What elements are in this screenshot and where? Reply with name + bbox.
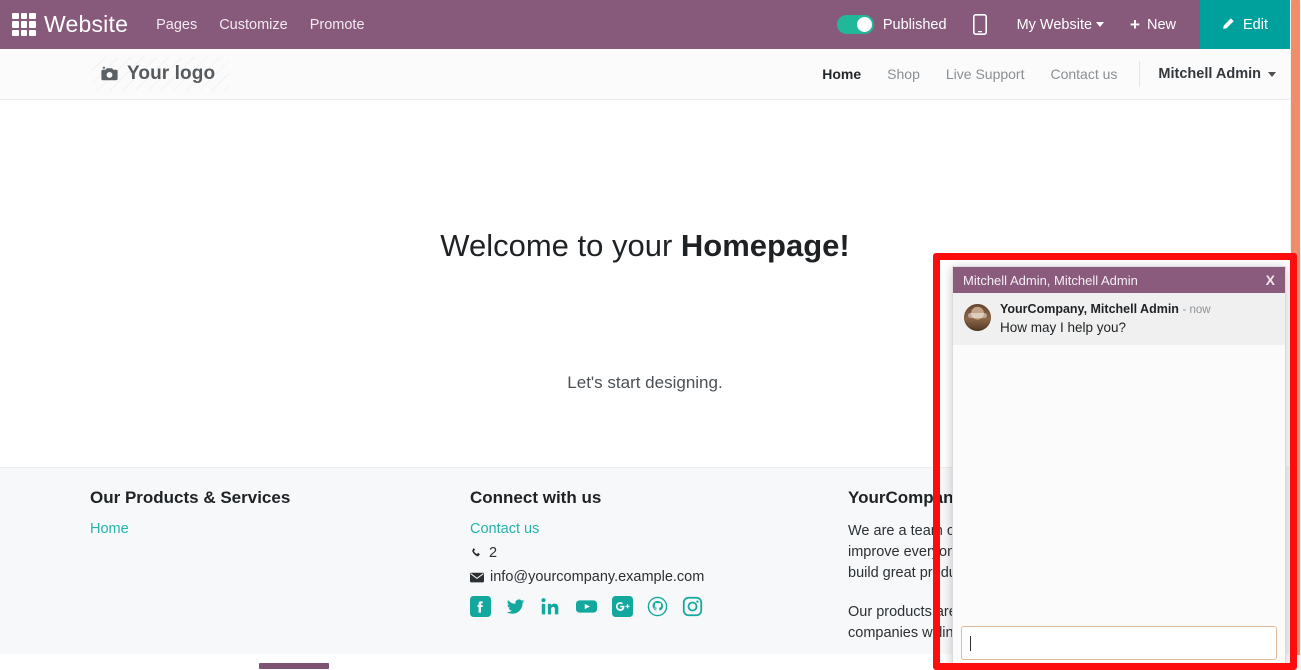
apps-grid-icon[interactable] (12, 12, 36, 37)
pencil-icon (1223, 18, 1234, 29)
envelope-icon (470, 572, 484, 582)
chevron-down-icon (1096, 22, 1105, 28)
livechat-input[interactable] (961, 626, 1277, 660)
site-logo-label: Your logo (127, 63, 216, 84)
livechat-header: Mitchell Admin, Mitchell Admin X (953, 267, 1285, 293)
twitter-icon[interactable] (505, 596, 526, 617)
screen-root: Website Pages Customize Promote Publishe… (0, 0, 1301, 670)
livechat-input-wrapper (953, 620, 1285, 669)
linkedin-icon[interactable] (540, 596, 561, 617)
mobile-preview-icon[interactable] (972, 14, 987, 35)
text-cursor (970, 635, 971, 651)
phone-icon (472, 547, 480, 556)
instagram-icon[interactable] (682, 596, 703, 617)
avatar (964, 304, 991, 331)
livechat-message-text: How may I help you? (1000, 320, 1127, 335)
nav-divider (1139, 61, 1141, 87)
website-selector[interactable]: My Website (1016, 16, 1105, 33)
plus-icon: + (1130, 15, 1140, 34)
youtube-icon[interactable] (575, 596, 598, 617)
user-menu[interactable]: Mitchell Admin (1158, 66, 1276, 82)
livechat-message: YourCompany, Mitchell Admin - now How ma… (953, 293, 1285, 345)
footer-email: info@yourcompany.example.com (470, 569, 820, 585)
page-scrollbar-thumb[interactable] (1291, 0, 1300, 655)
website-selector-label: My Website (1016, 16, 1093, 33)
page-scrollbar-track[interactable] (1290, 0, 1301, 670)
livechat-messages: YourCompany, Mitchell Admin - now How ma… (953, 293, 1285, 620)
new-button[interactable]: + New (1130, 16, 1176, 33)
site-nav: Home Shop Live Support Contact us Mitche… (796, 61, 1290, 87)
google-plus-icon[interactable] (612, 596, 633, 617)
github-icon[interactable] (647, 596, 668, 617)
menu-pages[interactable]: Pages (156, 17, 197, 33)
chevron-down-icon (1268, 71, 1276, 77)
social-links (470, 596, 717, 617)
nav-item-shop[interactable]: Shop (887, 66, 920, 82)
footer-email-value: info@yourcompany.example.com (490, 569, 705, 585)
footer-bottom-accent (259, 663, 329, 669)
facebook-icon[interactable] (470, 596, 491, 617)
footer-link-home[interactable]: Home (90, 521, 420, 537)
publish-toggle[interactable]: Published (836, 15, 947, 34)
footer-phone: 2 (470, 545, 820, 561)
menu-promote[interactable]: Promote (310, 17, 365, 33)
nav-item-contact-us[interactable]: Contact us (1050, 66, 1117, 82)
footer-phone-value: 2 (489, 545, 498, 561)
hero-title-prefix: Welcome to your (440, 228, 681, 263)
publish-switch-icon[interactable] (836, 15, 874, 34)
footer-column-connect: Connect with us Contact us 2 info@yourco… (470, 468, 820, 585)
camera-icon (100, 66, 119, 82)
menu-customize[interactable]: Customize (219, 17, 288, 33)
livechat-window: Mitchell Admin, Mitchell Admin X YourCom… (952, 266, 1286, 670)
livechat-message-time: - now (1182, 304, 1211, 316)
nav-item-live-support[interactable]: Live Support (946, 66, 1025, 82)
footer-link-contact-us[interactable]: Contact us (470, 521, 820, 537)
nav-item-home[interactable]: Home (822, 66, 861, 82)
livechat-message-author: YourCompany, Mitchell Admin - now (1000, 302, 1211, 316)
user-menu-label: Mitchell Admin (1158, 66, 1261, 82)
close-icon[interactable]: X (1266, 273, 1275, 287)
app-brand-website[interactable]: Website (44, 11, 128, 38)
page-title: Welcome to your Homepage! (0, 228, 1290, 264)
footer-column-products: Our Products & Services Home (90, 468, 420, 537)
new-button-label: New (1146, 16, 1176, 33)
edit-button-label: Edit (1243, 16, 1268, 33)
edit-button[interactable]: Edit (1200, 0, 1290, 49)
website-header: Your logo Home Shop Live Support Contact… (0, 49, 1290, 100)
livechat-header-title: Mitchell Admin, Mitchell Admin (963, 272, 1138, 288)
topbar-right-group: Published My Website + New Edit (836, 0, 1290, 49)
footer-title-products: Our Products & Services (90, 488, 291, 507)
hero-title-strong: Homepage! (680, 228, 850, 263)
livechat-author-name: YourCompany, Mitchell Admin (1000, 302, 1179, 316)
odoo-topbar: Website Pages Customize Promote Publishe… (0, 0, 1290, 49)
livechat-message-content: YourCompany, Mitchell Admin - now How ma… (1000, 302, 1211, 335)
published-label: Published (882, 16, 947, 33)
site-logo[interactable]: Your logo (92, 57, 230, 91)
footer-title-connect: Connect with us (470, 488, 602, 507)
